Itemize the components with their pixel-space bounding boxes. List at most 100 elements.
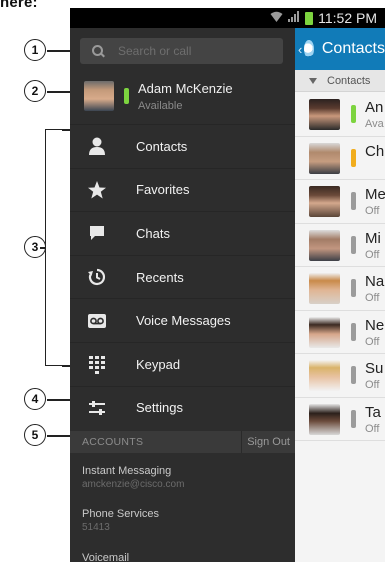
- contacts-header[interactable]: ‹ Contacts: [295, 28, 385, 70]
- contact-avatar: [309, 99, 340, 130]
- keypad-icon: [70, 354, 124, 375]
- contact-row[interactable]: Ch: [295, 137, 385, 180]
- menu-label: Voice Messages: [136, 313, 231, 329]
- menu-item-recents[interactable]: Recents: [70, 254, 295, 299]
- avatar: [84, 81, 114, 111]
- app-logo-icon: [304, 40, 314, 58]
- search-input[interactable]: Search or call: [80, 38, 283, 64]
- callout-2: 2: [24, 80, 46, 102]
- menu-label: Favorites: [136, 182, 190, 198]
- contact-status: Off: [365, 248, 380, 261]
- menu-item-keypad[interactable]: Keypad: [70, 341, 295, 386]
- contact-status: Off: [365, 292, 380, 304]
- sign-out-button[interactable]: Sign Out: [241, 431, 295, 453]
- presence-indicator: [124, 88, 129, 104]
- voicemail-icon: [70, 313, 124, 329]
- contact-name: Ta: [365, 403, 381, 421]
- menu-label: Settings: [136, 400, 183, 416]
- menu-item-voice-messages[interactable]: Voice Messages: [70, 298, 295, 342]
- contacts-title: Contacts: [321, 40, 385, 57]
- contact-avatar: [309, 186, 340, 217]
- account-detail: 51413: [82, 522, 110, 533]
- menu-label: Recents: [136, 269, 184, 285]
- star-icon: [70, 180, 124, 200]
- signal-icon: [288, 11, 300, 25]
- presence-indicator: [351, 322, 356, 341]
- contact-row[interactable]: Mi Off: [295, 224, 385, 267]
- sliders-icon: [70, 399, 124, 417]
- contacts-panel: ‹ Contacts Contacts An Ava Ch Me Off Mi …: [295, 28, 385, 562]
- callout-5: 5: [24, 424, 46, 446]
- contact-row[interactable]: Ne Off: [295, 311, 385, 354]
- menu-item-favorites[interactable]: Favorites: [70, 167, 295, 212]
- contact-status: Off: [365, 422, 380, 435]
- contact-row[interactable]: Me Off: [295, 180, 385, 224]
- section-label: Contacts: [327, 74, 371, 87]
- search-placeholder: Search or call: [118, 44, 192, 58]
- accounts-title: ACCOUNTS: [82, 436, 144, 448]
- account-phone-services[interactable]: Phone Services 51413: [82, 508, 282, 533]
- menu-label: Chats: [136, 225, 170, 241]
- battery-icon: [305, 11, 314, 25]
- contacts-section-header[interactable]: Contacts: [295, 70, 385, 92]
- contact-status: Ava: [365, 118, 384, 130]
- navigation-drawer: Search or call Adam McKenzie Available C…: [70, 28, 295, 562]
- presence-indicator: [351, 192, 356, 210]
- callout-3-bracket: [45, 129, 71, 366]
- contact-name: Mi: [365, 229, 381, 247]
- contact-avatar: [309, 229, 340, 261]
- presence-indicator: [351, 409, 356, 428]
- profile-name: Adam McKenzie: [138, 81, 233, 96]
- cropped-heading-fragment: here:: [0, 0, 38, 11]
- contact-name: Su: [365, 360, 384, 377]
- back-chevron-icon: ‹: [298, 41, 303, 57]
- contact-name: Me: [365, 186, 385, 203]
- contact-status: Off: [365, 379, 380, 391]
- contact-row[interactable]: Na Off: [295, 267, 385, 311]
- account-name: Voicemail: [82, 552, 130, 562]
- phone-screen: 11:52 PM Search or call Adam McKenzie Av…: [70, 8, 385, 562]
- presence-indicator: [351, 148, 356, 167]
- presence-indicator: [351, 366, 356, 384]
- chat-bubble-icon: [70, 223, 124, 243]
- status-bar: 11:52 PM: [70, 8, 385, 28]
- callout-1: 1: [24, 39, 46, 61]
- callout-4: 4: [24, 388, 46, 410]
- contact-row[interactable]: Ta Off: [295, 398, 385, 441]
- contact-name: Na: [365, 273, 385, 290]
- search-icon: [92, 45, 104, 57]
- history-icon: [70, 267, 124, 287]
- drawer-menu: Contacts Favorites Chats Recents Voice M…: [70, 124, 295, 429]
- presence-indicator: [351, 279, 356, 297]
- menu-item-chats[interactable]: Chats: [70, 211, 295, 255]
- account-name: Instant Messaging: [82, 465, 172, 477]
- contact-avatar: [309, 273, 340, 304]
- caret-down-icon: [309, 77, 317, 84]
- menu-label: Keypad: [136, 356, 181, 372]
- account-name: Phone Services: [82, 508, 160, 520]
- account-instant-messaging[interactable]: Instant Messaging amckenzie@cisco.com: [82, 465, 282, 490]
- contact-status: Off: [365, 205, 380, 217]
- menu-item-contacts[interactable]: Contacts: [70, 124, 295, 168]
- contact-name: An: [365, 99, 384, 116]
- accounts-header: ACCOUNTS Sign Out: [70, 431, 295, 453]
- wifi-icon: [270, 11, 283, 25]
- user-profile[interactable]: Adam McKenzie Available: [70, 72, 295, 122]
- account-detail: amckenzie@cisco.com: [82, 479, 185, 490]
- contact-row[interactable]: Su Off: [295, 354, 385, 398]
- contact-avatar: [309, 142, 340, 174]
- person-icon: [70, 136, 124, 156]
- contact-avatar: [309, 403, 340, 435]
- status-time: 11:52 PM: [318, 10, 377, 26]
- contact-avatar: [309, 316, 340, 348]
- contact-avatar: [309, 360, 340, 391]
- profile-status: Available: [138, 100, 183, 112]
- menu-item-settings[interactable]: Settings: [70, 385, 295, 430]
- presence-indicator: [351, 105, 356, 123]
- contact-row[interactable]: An Ava: [295, 93, 385, 137]
- menu-label: Contacts: [136, 138, 188, 154]
- contact-name: Ch: [365, 142, 385, 160]
- presence-indicator: [351, 235, 356, 254]
- callout-3-leader: [40, 247, 46, 249]
- account-voicemail[interactable]: Voicemail: [82, 552, 282, 562]
